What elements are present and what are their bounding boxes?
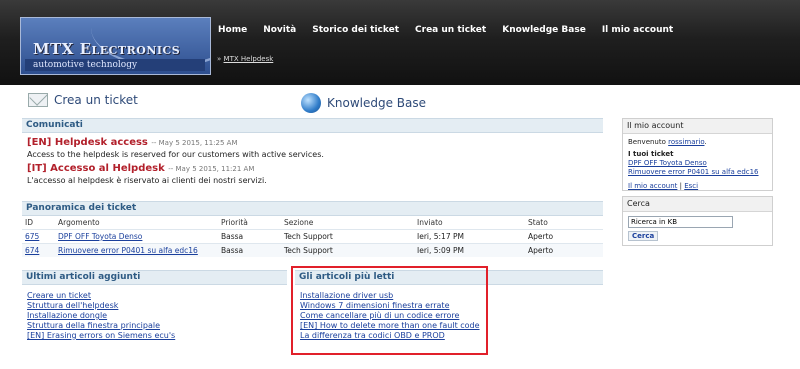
- table-header-row: ID Argomento Priorità Sezione Inviato St…: [22, 216, 603, 230]
- ticket-status: Aperto: [525, 243, 603, 257]
- nav-my-account[interactable]: Il mio account: [602, 25, 673, 35]
- news-header: Comunicati: [22, 118, 603, 133]
- my-account-link[interactable]: Il mio account: [628, 182, 677, 190]
- col-status[interactable]: Stato: [525, 216, 603, 230]
- col-sent[interactable]: Inviato: [414, 216, 525, 230]
- table-row: 675 DPF OFF Toyota Denso Bassa Tech Supp…: [22, 229, 603, 244]
- breadcrumb-link[interactable]: MTX Helpdesk: [224, 55, 274, 63]
- nav-knowledge-base[interactable]: Knowledge Base: [502, 25, 586, 35]
- create-ticket-label: Crea un ticket: [54, 93, 138, 107]
- tickets-table: ID Argomento Priorità Sezione Inviato St…: [22, 216, 603, 257]
- tickets-panel: Panoramica dei ticket ID Argomento Prior…: [22, 201, 603, 257]
- news-item: [EN] Helpdesk access -- May 5 2015, 11:2…: [27, 137, 603, 148]
- news-panel: Comunicati [EN] Helpdesk access -- May 5…: [22, 118, 603, 185]
- article-link[interactable]: Struttura della finestra principale: [27, 321, 282, 331]
- logout-link[interactable]: Esci: [684, 182, 698, 190]
- news-body: Access to the helpdesk is reserved for o…: [27, 150, 324, 159]
- welcome-suffix: .: [704, 138, 707, 146]
- news-date: -- May 5 2015, 11:21 AM: [168, 165, 255, 173]
- table-row: 674 Rimuovere error P0401 su alfa edc16 …: [22, 243, 603, 257]
- sidebar-ticket-link[interactable]: Rimuovere error P0401 su alfa edc16: [628, 168, 767, 177]
- account-box: Il mio account Benvenuto rossimario. I t…: [622, 118, 773, 191]
- news-date: -- May 5 2015, 11:25 AM: [151, 139, 238, 147]
- ticket-subject-link[interactable]: Rimuovere error P0401 su alfa edc16: [58, 246, 198, 255]
- account-links-separator: |: [679, 182, 682, 190]
- nav-news[interactable]: Novità: [263, 25, 296, 35]
- create-ticket-shortcut[interactable]: Crea un ticket: [28, 93, 138, 107]
- breadcrumb: » MTX Helpdesk: [217, 55, 273, 63]
- username-link[interactable]: rossimario: [668, 138, 704, 146]
- ticket-sent: Ieri, 5:09 PM: [414, 243, 525, 257]
- logo-title: MTX Electronics: [33, 40, 181, 58]
- highlight-box: [291, 266, 488, 355]
- search-button[interactable]: Cerca: [628, 231, 659, 241]
- news-item: [IT] Accesso al Helpdesk -- May 5 2015, …: [27, 163, 603, 174]
- knowledge-base-label: Knowledge Base: [327, 96, 426, 110]
- search-box: Cerca Cerca: [622, 196, 773, 246]
- globe-icon: [301, 93, 321, 113]
- col-subject[interactable]: Argomento: [55, 216, 218, 230]
- welcome-line: Benvenuto rossimario.: [628, 138, 767, 147]
- tickets-header: Panoramica dei ticket: [22, 201, 603, 216]
- latest-articles-panel: Ultimi articoli aggiunti Creare un ticke…: [22, 270, 287, 347]
- knowledge-base-shortcut[interactable]: Knowledge Base: [301, 93, 426, 113]
- ticket-section: Tech Support: [281, 229, 414, 244]
- news-body: L'accesso al helpdesk è riservato ai cli…: [27, 176, 267, 185]
- welcome-text: Benvenuto: [628, 138, 666, 146]
- ticket-id-link[interactable]: 674: [25, 246, 39, 255]
- news-title[interactable]: [EN] Helpdesk access: [27, 137, 148, 148]
- nav-home[interactable]: Home: [218, 25, 247, 35]
- ticket-status: Aperto: [525, 229, 603, 244]
- ticket-priority: Bassa: [218, 229, 281, 244]
- main-nav: Home Novità Storico dei ticket Crea un t…: [218, 25, 673, 35]
- article-link[interactable]: [EN] Erasing errors on Siemens ecu's: [27, 331, 282, 341]
- sidebar-ticket-link[interactable]: DPF OFF Toyota Denso: [628, 159, 767, 168]
- account-links: Il mio account | Esci: [628, 182, 767, 191]
- envelope-icon: [28, 93, 48, 107]
- col-priority[interactable]: Priorità: [218, 216, 281, 230]
- account-header: Il mio account: [623, 119, 772, 134]
- header: MTX Electronics automotive technology Ho…: [0, 0, 800, 85]
- col-section[interactable]: Sezione: [281, 216, 414, 230]
- article-link[interactable]: Creare un ticket: [27, 291, 282, 301]
- ticket-section: Tech Support: [281, 243, 414, 257]
- breadcrumb-separator: »: [217, 55, 222, 63]
- search-input[interactable]: [628, 216, 733, 228]
- your-tickets-label: I tuoi ticket: [628, 150, 674, 158]
- col-id[interactable]: ID: [22, 216, 55, 230]
- article-link[interactable]: Installazione dongle: [27, 311, 282, 321]
- ticket-priority: Bassa: [218, 243, 281, 257]
- ticket-sent: Ieri, 5:17 PM: [414, 229, 525, 244]
- logo[interactable]: MTX Electronics automotive technology: [20, 17, 211, 75]
- ticket-subject-link[interactable]: DPF OFF Toyota Denso: [58, 232, 142, 241]
- search-header: Cerca: [623, 197, 772, 212]
- nav-ticket-history[interactable]: Storico dei ticket: [312, 25, 399, 35]
- logo-tagline: automotive technology: [25, 59, 205, 71]
- nav-create-ticket[interactable]: Crea un ticket: [415, 25, 486, 35]
- news-title[interactable]: [IT] Accesso al Helpdesk: [27, 163, 165, 174]
- latest-articles-list: Creare un ticket Struttura dell'helpdesk…: [22, 285, 287, 347]
- latest-articles-header: Ultimi articoli aggiunti: [22, 270, 287, 285]
- article-link[interactable]: Struttura dell'helpdesk: [27, 301, 282, 311]
- ticket-id-link[interactable]: 675: [25, 232, 39, 241]
